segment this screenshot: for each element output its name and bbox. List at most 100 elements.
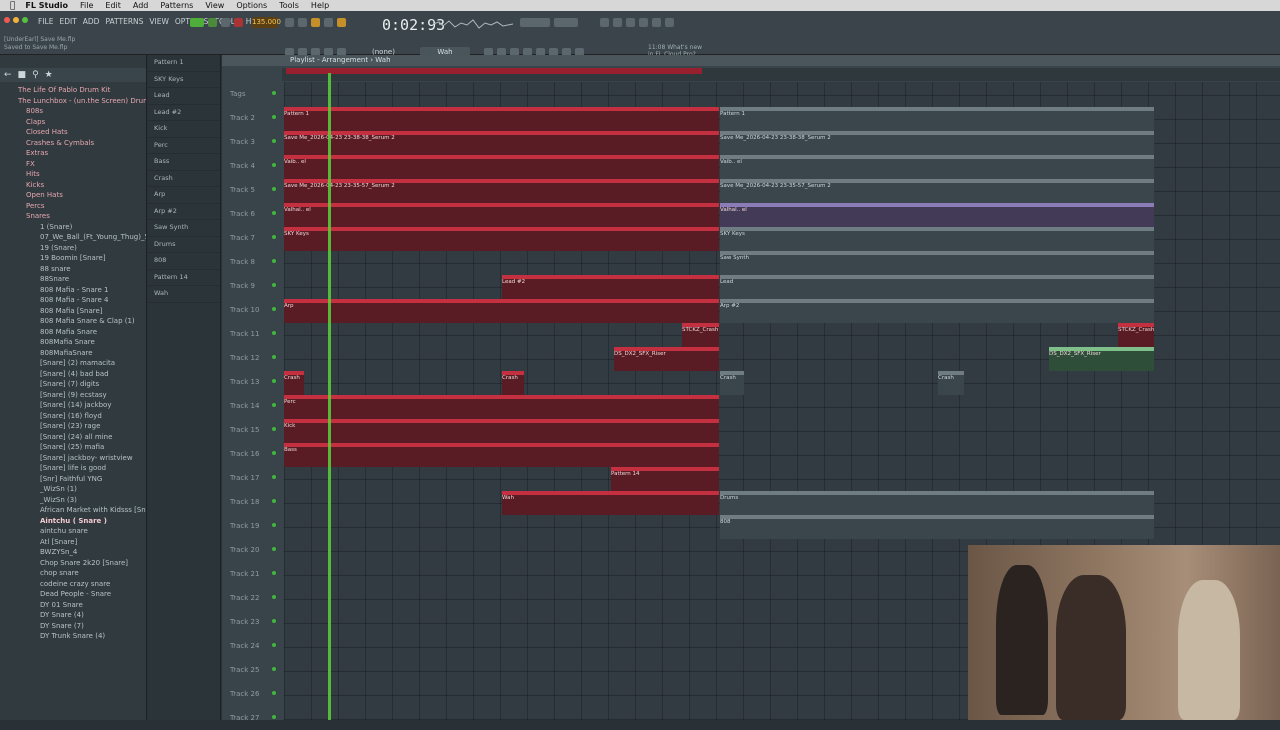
playlist-clip[interactable]: Pattern 1: [284, 107, 719, 131]
playlist-clip[interactable]: Perc: [284, 395, 719, 419]
track-mute-icon[interactable]: [272, 187, 276, 191]
track-mute-icon[interactable]: [272, 523, 276, 527]
track-header[interactable]: Track 7: [222, 226, 282, 250]
track-header[interactable]: Track 6: [222, 202, 282, 226]
track-header[interactable]: Track 3: [222, 130, 282, 154]
track-header[interactable]: Track 9: [222, 274, 282, 298]
browser-item[interactable]: 808 Mafia - Snare 1: [0, 285, 146, 296]
picker-item[interactable]: Drums: [148, 237, 220, 253]
playlist-clip[interactable]: SKY Keys: [720, 227, 1154, 251]
apple-icon[interactable]: : [10, 1, 15, 11]
timeline-ruler[interactable]: [282, 68, 1280, 81]
browser-item[interactable]: Crashes & Cymbals: [0, 138, 146, 149]
fl-menu-file[interactable]: FILE: [38, 17, 53, 26]
browser-item[interactable]: 808MafiaSnare: [0, 348, 146, 359]
track-header[interactable]: Track 11: [222, 322, 282, 346]
minimize-window-icon[interactable]: [13, 17, 19, 23]
track-header[interactable]: Track 12: [222, 346, 282, 370]
countdown-icon[interactable]: [311, 18, 320, 27]
browser-item[interactable]: Percs: [0, 201, 146, 212]
browser-search-icon[interactable]: ⚲: [32, 70, 39, 80]
help-icon[interactable]: [639, 18, 648, 27]
playhead[interactable]: [328, 73, 331, 720]
browser-star-icon[interactable]: ★: [45, 70, 53, 80]
playlist-clip[interactable]: Arp: [284, 299, 719, 323]
menu-edit[interactable]: Edit: [105, 1, 121, 10]
browser-item[interactable]: DY 01 Snare: [0, 600, 146, 611]
loop-region[interactable]: [286, 68, 702, 74]
browser-item[interactable]: FX: [0, 159, 146, 170]
browser-item[interactable]: [Snr] Faithful YNG: [0, 474, 146, 485]
browser-item[interactable]: [Snare] (23) rage: [0, 421, 146, 432]
menu-help[interactable]: Help: [311, 1, 329, 10]
browser-item[interactable]: DY Snare (4): [0, 610, 146, 621]
picker-item[interactable]: Lead: [148, 88, 220, 105]
track-mute-icon[interactable]: [272, 547, 276, 551]
browser-item[interactable]: Extras: [0, 148, 146, 159]
track-header[interactable]: Track 15: [222, 418, 282, 442]
browser-item[interactable]: 808s: [0, 106, 146, 117]
track-header[interactable]: Track 27: [222, 706, 282, 730]
track-mute-icon[interactable]: [272, 331, 276, 335]
play-icon[interactable]: [208, 18, 217, 27]
playlist-clip[interactable]: Valhal.. el: [284, 203, 719, 227]
playlist-clip[interactable]: Crash: [938, 371, 964, 395]
browser-back-icon[interactable]: ←: [4, 70, 12, 80]
track-mute-icon[interactable]: [272, 379, 276, 383]
picker-item[interactable]: Bass: [148, 154, 220, 171]
track-mute-icon[interactable]: [272, 619, 276, 623]
track-mute-icon[interactable]: [272, 259, 276, 263]
browser-item[interactable]: DY Snare (7): [0, 621, 146, 632]
track-header[interactable]: Tags: [222, 82, 282, 106]
track-header[interactable]: Track 5: [222, 178, 282, 202]
track-header[interactable]: Track 25: [222, 658, 282, 682]
browser-item[interactable]: codeine crazy snare: [0, 579, 146, 590]
track-header[interactable]: Track 8: [222, 250, 282, 274]
browser-item[interactable]: [Snare] (25) mafia: [0, 442, 146, 453]
track-mute-icon[interactable]: [272, 211, 276, 215]
track-mute-icon[interactable]: [272, 307, 276, 311]
browser-item[interactable]: Dead People - Snare: [0, 589, 146, 600]
browser-item[interactable]: Kicks: [0, 180, 146, 191]
download-icon[interactable]: [665, 18, 674, 27]
browser-item[interactable]: The Life Of Pablo Drum Kit: [0, 85, 146, 96]
picker-item[interactable]: Arp: [148, 187, 220, 204]
browser-item[interactable]: 808 Mafia - Snare 4: [0, 295, 146, 306]
close-window-icon[interactable]: [4, 17, 10, 23]
picker-item[interactable]: SKY Keys: [148, 72, 220, 88]
browser-item[interactable]: Open Hats: [0, 190, 146, 201]
track-header[interactable]: Track 2: [222, 106, 282, 130]
playlist-clip[interactable]: Save Me_2026-04-23 23-35-57_Serum 2: [284, 179, 719, 203]
track-mute-icon[interactable]: [272, 163, 276, 167]
track-mute-icon[interactable]: [272, 235, 276, 239]
playlist-clip[interactable]: Kick: [284, 419, 719, 443]
track-header[interactable]: Track 21: [222, 562, 282, 586]
playlist-clip[interactable]: Arp #2: [720, 299, 1154, 323]
app-menu[interactable]: FL Studio: [25, 1, 68, 10]
picker-item[interactable]: Pattern 14: [148, 270, 220, 286]
playlist-clip[interactable]: Save Me_2026-04-23 23-35-57_Serum 2: [720, 179, 1154, 203]
step-edit-icon[interactable]: [324, 18, 333, 27]
track-mute-icon[interactable]: [272, 499, 276, 503]
menu-options[interactable]: Options: [236, 1, 267, 10]
track-header[interactable]: Track 23: [222, 610, 282, 634]
menu-patterns[interactable]: Patterns: [160, 1, 193, 10]
zoom-window-icon[interactable]: [22, 17, 28, 23]
fl-menu-add[interactable]: ADD: [83, 17, 100, 26]
track-header[interactable]: Track 26: [222, 682, 282, 706]
menu-add[interactable]: Add: [133, 1, 149, 10]
track-mute-icon[interactable]: [272, 139, 276, 143]
playlist-clip[interactable]: STCKZ_Crash: [1118, 323, 1154, 347]
playlist-clip[interactable]: Valhal.. el: [720, 203, 1154, 227]
playlist-clip[interactable]: Lead: [720, 275, 1154, 299]
browser-item[interactable]: _WizSn (1): [0, 484, 146, 495]
browser-item[interactable]: [Snare] (7) digits: [0, 379, 146, 390]
playlist-clip[interactable]: Pattern 14: [611, 467, 719, 491]
picker-item[interactable]: Pattern 1: [148, 55, 220, 72]
picker-item[interactable]: 808: [148, 253, 220, 270]
browser-item[interactable]: [Snare] (14) jackboy: [0, 400, 146, 411]
playlist-clip[interactable]: Vaib.. el: [720, 155, 1154, 179]
browser-item[interactable]: 1 (Snare): [0, 222, 146, 233]
track-mute-icon[interactable]: [272, 667, 276, 671]
browser-item[interactable]: [Snare] (9) ecstasy: [0, 390, 146, 401]
